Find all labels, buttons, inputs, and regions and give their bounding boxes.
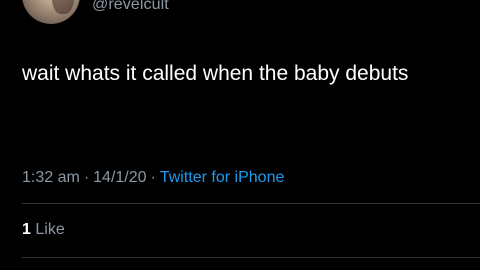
tweet-source-link[interactable]: Twitter for iPhone xyxy=(160,169,285,186)
tweet-time[interactable]: 1:32 am xyxy=(22,169,80,186)
avatar-shading xyxy=(52,0,74,14)
avatar[interactable] xyxy=(22,0,80,24)
like-label: Like xyxy=(35,221,65,238)
tweet-text: wait whats it called when the baby debut… xyxy=(22,62,409,85)
tweet-date[interactable]: 14/1/20 xyxy=(93,169,146,186)
like-count: 1 xyxy=(22,221,31,238)
tweet-meta: 1:32 am · 14/1/20 · Twitter for iPhone xyxy=(22,168,284,188)
meta-separator: · xyxy=(150,169,156,186)
divider xyxy=(22,203,480,204)
user-handle[interactable]: @revelcult xyxy=(92,0,169,14)
divider xyxy=(22,257,480,258)
likes-link[interactable]: 1 Like xyxy=(22,220,65,240)
meta-separator: · xyxy=(83,169,90,186)
